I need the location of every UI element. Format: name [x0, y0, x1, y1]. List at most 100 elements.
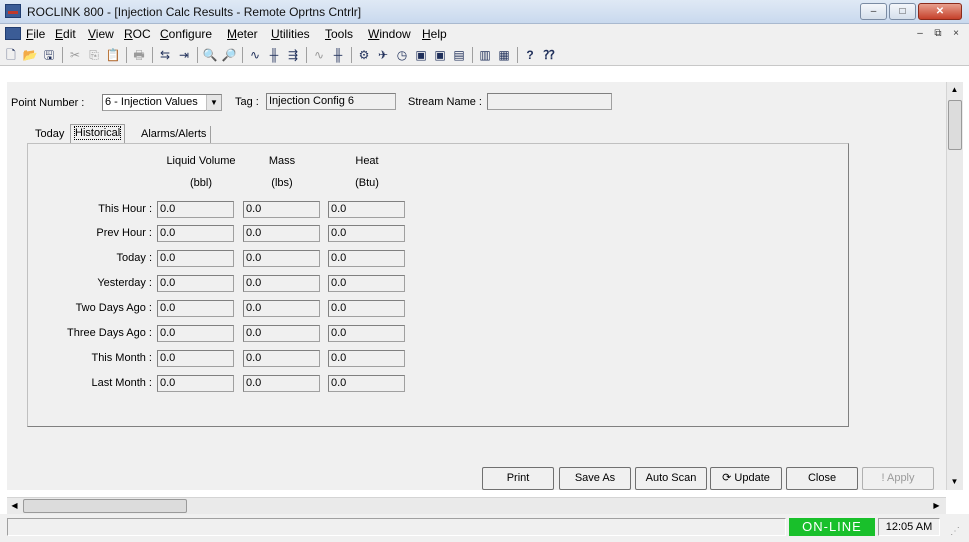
close-button[interactable]: Close [786, 467, 858, 490]
scroll-up-icon[interactable]: ▲ [947, 82, 962, 97]
horizontal-scrollbar[interactable]: ◀ ▶ [7, 497, 946, 514]
tab-today[interactable]: Today [31, 126, 68, 144]
context-help-icon[interactable]: ⁇ [540, 46, 558, 64]
vertical-scroll-thumb[interactable] [948, 100, 962, 150]
prev-hour-liquid-volume[interactable]: 0.0 [157, 225, 234, 242]
last-month-mass[interactable]: 0.0 [243, 375, 320, 392]
menu-view[interactable]: View [88, 27, 114, 41]
today-liquid-volume[interactable]: 0.0 [157, 250, 234, 267]
two-days-ago-heat[interactable]: 0.0 [328, 300, 405, 317]
menu-utilities[interactable]: Utilities [271, 27, 310, 41]
today-mass[interactable]: 0.0 [243, 250, 320, 267]
mdi-restore-button[interactable]: ⧉ [931, 27, 945, 41]
two-days-ago-mass[interactable]: 0.0 [243, 300, 320, 317]
report-icon[interactable]: ▦ [495, 46, 513, 64]
menu-edit[interactable]: Edit [55, 27, 76, 41]
three-days-ago-liquid-volume[interactable]: 0.0 [157, 325, 234, 342]
prev-hour-heat[interactable]: 0.0 [328, 225, 405, 242]
mdi-close-button[interactable]: × [949, 27, 963, 41]
tag-field[interactable]: Injection Config 6 [266, 93, 396, 110]
flow-icon[interactable]: ⚙ [355, 46, 373, 64]
this-month-heat[interactable]: 0.0 [328, 350, 405, 367]
print-button[interactable]: Print [482, 467, 554, 490]
row-label-this-month: This Month : [91, 352, 152, 364]
device-icon[interactable]: ▣ [412, 46, 430, 64]
vertical-scrollbar[interactable]: ▲ ▼ [946, 82, 963, 490]
resize-grip-icon[interactable]: ⋰ [950, 526, 962, 538]
menu-help[interactable]: Help [422, 27, 447, 41]
point-number-dropdown[interactable]: 6 - Injection Values ▼ [102, 94, 222, 111]
today-heat[interactable]: 0.0 [328, 250, 405, 267]
column-mass-unit: (lbs) [271, 177, 293, 189]
roclink-app-icon[interactable] [5, 4, 21, 18]
direct-connect-icon[interactable]: ⇥ [175, 46, 193, 64]
connect-icon[interactable]: ⇆ [156, 46, 174, 64]
zoom-out-icon[interactable]: 🔎 [220, 46, 238, 64]
this-hour-mass[interactable]: 0.0 [243, 201, 320, 218]
apply-button[interactable]: ! Apply [862, 467, 934, 490]
refresh-icon: ⟳ [722, 472, 735, 484]
menu-roc[interactable]: ROC [124, 27, 151, 41]
menu-file[interactable]: File [26, 27, 45, 41]
scroll-right-icon[interactable]: ▶ [929, 498, 944, 513]
row-label-three-days-ago: Three Days Ago : [67, 327, 152, 339]
last-month-heat[interactable]: 0.0 [328, 375, 405, 392]
signal-icon[interactable]: ⇶ [284, 46, 302, 64]
scroll-left-icon[interactable]: ◀ [7, 498, 22, 513]
this-month-mass[interactable]: 0.0 [243, 350, 320, 367]
horizontal-scroll-thumb[interactable] [23, 499, 187, 513]
print-icon[interactable]: 🖶 [130, 46, 148, 64]
auto-scan-button[interactable]: Auto Scan [635, 467, 707, 490]
document-icon[interactable] [5, 27, 21, 40]
row-label-prev-hour: Prev Hour : [96, 227, 152, 239]
zoom-in-icon[interactable]: 🔍 [201, 46, 219, 64]
pid-icon[interactable]: ∿ [310, 46, 328, 64]
yesterday-liquid-volume[interactable]: 0.0 [157, 275, 234, 292]
toolbar-separator [306, 47, 307, 63]
maximize-button[interactable]: □ [889, 3, 916, 20]
paste-icon[interactable]: 📋 [104, 46, 122, 64]
mdi-minimize-button[interactable]: – [913, 27, 927, 41]
menu-configure[interactable]: Configure [160, 27, 212, 41]
open-icon[interactable]: 📂 [21, 46, 39, 64]
minimize-button[interactable]: – [860, 3, 887, 20]
status-bar: ON-LINE 12:05 AM ⋰ [0, 514, 969, 542]
two-days-ago-liquid-volume[interactable]: 0.0 [157, 300, 234, 317]
yesterday-mass[interactable]: 0.0 [243, 275, 320, 292]
menu-window[interactable]: Window [368, 27, 411, 41]
menu-tools[interactable]: Tools [325, 27, 353, 41]
menu-bar: File Edit View ROC Configure Meter Utili… [0, 24, 969, 44]
prev-hour-mass[interactable]: 0.0 [243, 225, 320, 242]
fst-icon[interactable]: ╫ [329, 46, 347, 64]
save-as-button[interactable]: Save As [559, 467, 631, 490]
yesterday-heat[interactable]: 0.0 [328, 275, 405, 292]
close-window-button[interactable]: ✕ [918, 3, 962, 20]
scroll-down-icon[interactable]: ▼ [947, 474, 962, 489]
cut-icon[interactable]: ✂ [66, 46, 84, 64]
chevron-down-icon[interactable]: ▼ [206, 95, 221, 110]
help-icon[interactable]: ? [521, 46, 539, 64]
stream-name-field[interactable] [487, 93, 612, 110]
this-hour-liquid-volume[interactable]: 0.0 [157, 201, 234, 218]
menu-meter[interactable]: Meter [227, 27, 258, 41]
station-icon[interactable]: ▣ [431, 46, 449, 64]
meter-icon[interactable]: ✈ [374, 46, 392, 64]
tab-alarms-alerts[interactable]: Alarms/Alerts [137, 126, 212, 144]
comm-icon[interactable]: ▤ [450, 46, 468, 64]
chart-icon[interactable]: ▥ [476, 46, 494, 64]
three-days-ago-mass[interactable]: 0.0 [243, 325, 320, 342]
this-hour-heat[interactable]: 0.0 [328, 201, 405, 218]
three-days-ago-heat[interactable]: 0.0 [328, 325, 405, 342]
copy-icon[interactable]: ⎘ [85, 46, 103, 64]
trend-icon[interactable]: ∿ [246, 46, 264, 64]
clock-icon[interactable]: ◷ [393, 46, 411, 64]
new-icon[interactable]: 🗋 [2, 46, 20, 64]
save-icon[interactable]: 🖫 [40, 46, 58, 64]
toolbar-separator [517, 47, 518, 63]
tab-historical[interactable]: Historical [70, 124, 126, 144]
this-month-liquid-volume[interactable]: 0.0 [157, 350, 234, 367]
io-icon[interactable]: ╫ [265, 46, 283, 64]
last-month-liquid-volume[interactable]: 0.0 [157, 375, 234, 392]
update-button[interactable]: ⟳ Update [710, 467, 782, 490]
row-label-two-days-ago: Two Days Ago : [75, 302, 152, 314]
